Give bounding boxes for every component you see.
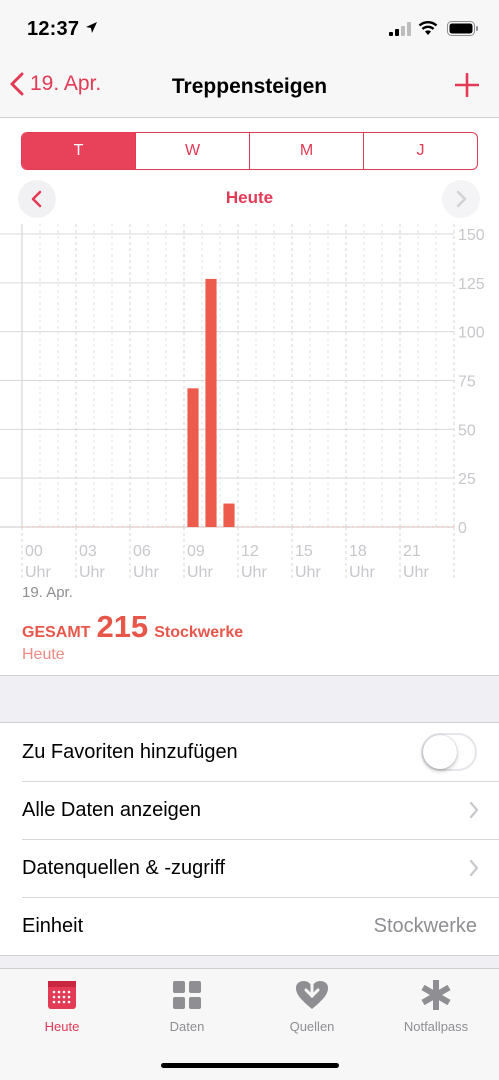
x-tick-hour: 18 <box>349 543 367 560</box>
x-tick-unit: Uhr <box>133 564 159 581</box>
tab-quellen-label: Quellen <box>289 1019 335 1034</box>
x-tick-unit: Uhr <box>187 564 213 581</box>
unit-label: Einheit <box>22 914 84 937</box>
y-tick-label: 50 <box>458 422 476 439</box>
y-tick-label: 100 <box>458 325 485 342</box>
x-tick-unit: Uhr <box>25 564 51 581</box>
x-tick-hour: 21 <box>403 543 421 560</box>
total-unit: Stockwerke <box>154 624 244 641</box>
next-day-button[interactable] <box>442 180 480 218</box>
tab-daten[interactable]: Daten <box>125 977 249 1034</box>
chevron-right-icon <box>456 190 467 208</box>
status-time: 12:37 <box>27 18 80 40</box>
page-title: Treppensteigen <box>171 75 328 98</box>
y-tick-label: 0 <box>458 520 467 537</box>
x-tick-hour: 12 <box>241 543 259 560</box>
y-tick-label: 75 <box>458 374 476 391</box>
location-arrow-icon <box>85 21 98 39</box>
total-summary: GESAMT 215 Stockwerke <box>22 609 243 645</box>
calendar-icon <box>0 977 124 1013</box>
data-sources-label: Datenquellen & -zugriff <box>22 856 226 879</box>
all-data-label: Alle Daten anzeigen <box>22 798 202 821</box>
x-tick-unit: Uhr <box>295 564 321 581</box>
all-data-row[interactable]: Alle Daten anzeigen <box>0 781 499 839</box>
wifi-icon <box>418 20 438 41</box>
tab-heute[interactable]: Heute <box>0 977 124 1034</box>
x-tick-unit: Uhr <box>403 564 429 581</box>
chevron-right-icon <box>469 801 479 819</box>
x-tick-unit: Uhr <box>241 564 267 581</box>
plus-icon <box>454 72 480 98</box>
period-segmented-control: T W M J <box>21 132 478 170</box>
favorites-row: Zu Favoriten hinzufügen <box>0 723 499 781</box>
cellular-signal-icon <box>389 22 411 41</box>
x-tick-hour: 09 <box>187 543 205 560</box>
x-tick-unit: Uhr <box>79 564 105 581</box>
chart-panel: 0 25 50 75 100 125 150 00 Uhr 03 Uhr 06 Uhr 09 Uhr 12 Uh… <box>0 224 499 676</box>
x-tick-hour: 06 <box>133 543 151 560</box>
x-tick-unit: Uhr <box>349 564 375 581</box>
heart-download-icon <box>250 977 374 1013</box>
segment-day[interactable]: T <box>22 133 135 169</box>
favorites-toggle[interactable] <box>421 733 477 771</box>
hourly-bar <box>223 503 235 527</box>
tab-quellen[interactable]: Quellen <box>250 977 374 1034</box>
x-tick-hour: 00 <box>25 543 43 560</box>
total-label: GESAMT <box>22 624 91 641</box>
toggle-knob <box>423 735 457 769</box>
asterisk-icon <box>374 977 498 1013</box>
chevron-right-icon <box>469 859 479 877</box>
data-sources-row[interactable]: Datenquellen & -zugriff <box>0 839 499 897</box>
segment-year[interactable]: J <box>363 133 477 169</box>
add-button[interactable] <box>454 72 480 102</box>
hourly-bar <box>187 388 199 527</box>
period-panel: T W M J Heute <box>0 118 499 224</box>
current-day-label: Heute <box>225 188 274 207</box>
tab-notfallpass-label: Notfallpass <box>403 1019 469 1034</box>
status-bar: 12:37 <box>0 0 499 58</box>
settings-list: Zu Favoriten hinzufügen Alle Daten anzei… <box>0 722 499 956</box>
unit-value: Stockwerke <box>373 914 477 937</box>
y-tick-label: 25 <box>458 471 476 488</box>
y-tick-label: 125 <box>458 276 485 293</box>
favorites-label: Zu Favoriten hinzufügen <box>22 740 238 763</box>
total-value: 215 <box>96 609 149 644</box>
navigation-bar: 19. Apr. Treppensteigen <box>0 58 499 118</box>
segment-week[interactable]: W <box>135 133 249 169</box>
unit-row[interactable]: Einheit Stockwerke <box>0 897 499 955</box>
steps-bar-chart: 0 25 50 75 100 125 150 00 Uhr 03 Uhr 06 Uhr 09 Uhr 12 Uh… <box>0 224 485 581</box>
tab-heute-label: Heute <box>44 1019 80 1034</box>
battery-icon <box>447 21 479 41</box>
hourly-bar <box>205 278 217 527</box>
tab-daten-label: Daten <box>169 1019 205 1034</box>
grid-icon <box>125 977 249 1013</box>
y-tick-label: 150 <box>458 227 485 244</box>
chart-date-label: 19. Apr. <box>22 584 73 601</box>
x-tick-hour: 15 <box>295 543 313 560</box>
home-indicator <box>161 1063 339 1068</box>
x-tick-hour: 03 <box>79 543 97 560</box>
segment-month[interactable]: M <box>249 133 363 169</box>
day-navigation: Heute <box>0 178 499 218</box>
summary-period: Heute <box>22 646 65 663</box>
tab-notfallpass[interactable]: Notfallpass <box>374 977 498 1034</box>
